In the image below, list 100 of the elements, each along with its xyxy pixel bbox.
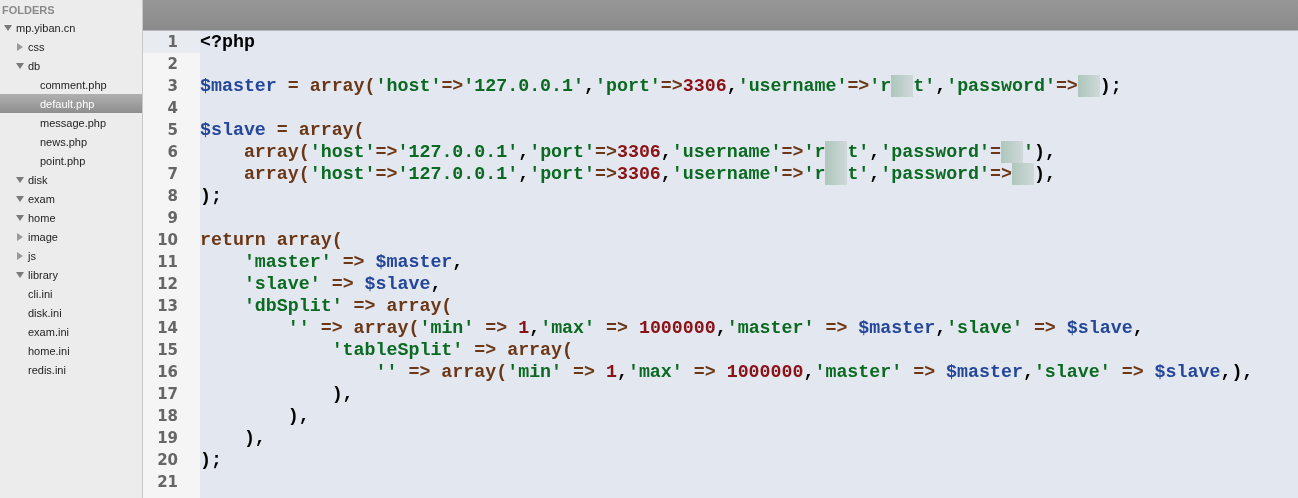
caret-down-icon[interactable] bbox=[4, 23, 12, 32]
code-token: => bbox=[605, 317, 629, 339]
code-token: => array( bbox=[407, 361, 508, 383]
code-token: 'dbSplit' bbox=[242, 295, 343, 317]
code-token: 'host' bbox=[309, 163, 376, 185]
code-token: $slave bbox=[200, 119, 266, 141]
caret-down-icon[interactable] bbox=[16, 61, 24, 70]
code-token: 3306 bbox=[682, 75, 727, 97]
code-token: , bbox=[660, 141, 672, 163]
code-token: => bbox=[375, 141, 398, 163]
code-token: => bbox=[1032, 317, 1057, 339]
code-token: 3306 bbox=[616, 163, 661, 185]
code-token: ), bbox=[1033, 163, 1056, 185]
code-token: return array( bbox=[200, 229, 343, 251]
tree-item[interactable]: library bbox=[0, 265, 142, 284]
code-token: 'username' bbox=[671, 141, 782, 163]
code-token: ' bbox=[1022, 141, 1034, 163]
code-token: = bbox=[990, 141, 1002, 163]
code-token: 1 bbox=[605, 361, 617, 383]
code-token: , bbox=[452, 251, 464, 273]
line-number: 8 bbox=[166, 186, 179, 207]
code-token: 'username' bbox=[671, 163, 782, 185]
code-token: 'port' bbox=[529, 163, 595, 185]
code-token: '127.0.0.1' bbox=[397, 141, 519, 163]
code-token: ); bbox=[200, 185, 222, 207]
caret-right-icon[interactable] bbox=[16, 42, 24, 51]
code-token: = array( bbox=[275, 119, 365, 141]
tree-item[interactable]: cli.ini bbox=[0, 284, 142, 303]
redaction-blur bbox=[1012, 163, 1034, 185]
caret-right-icon[interactable] bbox=[16, 251, 24, 260]
code-token: ); bbox=[1099, 75, 1122, 97]
code-token: => bbox=[375, 163, 398, 185]
tree-item[interactable]: exam.ini bbox=[0, 322, 142, 341]
tree-item[interactable]: home.ini bbox=[0, 341, 142, 360]
code-token: ), bbox=[330, 383, 354, 405]
code-token: 'slave' bbox=[242, 273, 321, 295]
code-token: => bbox=[341, 251, 366, 273]
tree-item[interactable]: mp.yiban.cn bbox=[0, 18, 142, 37]
code-token: => array( bbox=[473, 339, 573, 361]
caret-down-icon[interactable] bbox=[16, 270, 24, 279]
caret-down-icon[interactable] bbox=[16, 194, 24, 203]
code-token: 'host' bbox=[375, 75, 442, 97]
code-token: => bbox=[330, 273, 355, 295]
tree-item[interactable]: comment.php bbox=[0, 75, 142, 94]
tree-item[interactable]: css bbox=[0, 37, 142, 56]
code-token: ), bbox=[1033, 141, 1056, 163]
code-token: 'max' bbox=[627, 361, 683, 383]
tree-item[interactable]: disk.ini bbox=[0, 303, 142, 322]
line-number: 1 bbox=[143, 31, 200, 53]
code-token: => bbox=[990, 163, 1012, 185]
code-token: '' bbox=[374, 361, 398, 383]
code-token: , bbox=[616, 361, 628, 383]
code-token: => bbox=[781, 141, 804, 163]
code-token: => bbox=[1055, 75, 1078, 97]
code-editor[interactable] bbox=[143, 31, 1298, 498]
tree-item[interactable]: image bbox=[0, 227, 142, 246]
tree-item[interactable]: exam bbox=[0, 189, 142, 208]
code-token: 'r bbox=[803, 163, 826, 185]
redaction-blur bbox=[825, 163, 848, 185]
caret-down-icon[interactable] bbox=[16, 213, 24, 222]
code-token: 'max' bbox=[540, 317, 595, 339]
code-token: 'r bbox=[803, 141, 826, 163]
tree-item[interactable]: message.php bbox=[0, 113, 142, 132]
code-token: , bbox=[869, 141, 881, 163]
code-token: => array( bbox=[352, 295, 453, 317]
code-token: $slave bbox=[1066, 317, 1133, 339]
caret-right-icon[interactable] bbox=[16, 232, 24, 241]
code-token: 'master' bbox=[242, 251, 332, 273]
code-token: , bbox=[529, 317, 541, 339]
code-token: => bbox=[824, 317, 849, 339]
tree-item[interactable]: home bbox=[0, 208, 142, 227]
tree-item[interactable]: db bbox=[0, 56, 142, 75]
code-token: 'slave' bbox=[1033, 361, 1111, 383]
code-token: => bbox=[660, 75, 683, 97]
code-token: t' bbox=[847, 141, 870, 163]
code-token: 'slave' bbox=[946, 317, 1023, 339]
code-token: ), bbox=[242, 427, 266, 449]
code-token: => bbox=[441, 75, 464, 97]
code-token: , bbox=[660, 163, 672, 185]
tree-item[interactable]: point.php bbox=[0, 151, 142, 170]
code-token: '127.0.0.1' bbox=[463, 75, 584, 97]
redaction-blur bbox=[1001, 141, 1023, 163]
tree-item[interactable]: redis.ini bbox=[0, 360, 142, 379]
code-token: , bbox=[869, 163, 881, 185]
code-token: 'r bbox=[869, 75, 892, 97]
code-token: '127.0.0.1' bbox=[397, 163, 519, 185]
code-token: ), bbox=[286, 405, 310, 427]
line-number: 21 bbox=[156, 472, 179, 493]
line-number: 5 bbox=[166, 120, 179, 141]
code-token: t' bbox=[847, 163, 870, 185]
redaction-blur bbox=[891, 75, 914, 97]
code-token: => bbox=[847, 75, 870, 97]
tree-item[interactable]: js bbox=[0, 246, 142, 265]
tree-item[interactable]: news.php bbox=[0, 132, 142, 151]
code-token: 'port' bbox=[595, 75, 661, 97]
caret-down-icon[interactable] bbox=[16, 175, 24, 184]
code-token: 'min' bbox=[419, 317, 475, 339]
code-token: , bbox=[1022, 361, 1034, 383]
code-token: => bbox=[1120, 361, 1145, 383]
tree-item[interactable]: disk bbox=[0, 170, 142, 189]
